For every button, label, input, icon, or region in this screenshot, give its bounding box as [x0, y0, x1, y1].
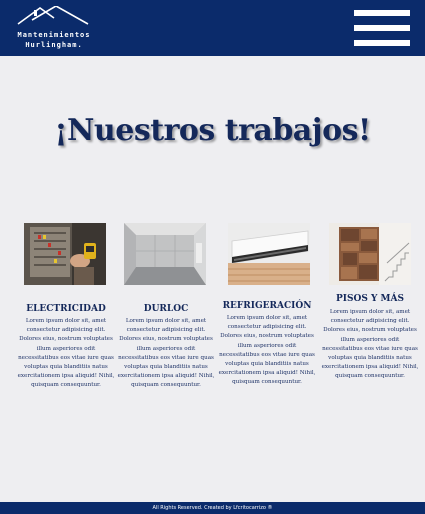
service-title: DURLOC [143, 304, 189, 314]
site-footer: All Rights Reserved. Created by Lfcritoc… [0, 502, 425, 514]
service-title: PISOS Y MÁS [336, 294, 404, 304]
service-description: Lorem ipsum dolor sit, amet consectetur … [321, 309, 419, 380]
menu-bar [354, 25, 410, 31]
refrigeration-photo [228, 223, 310, 285]
menu-bar [354, 10, 410, 16]
site-header: Mantenimientos Hurlingham. [0, 0, 425, 56]
logo-line-1: Mantenimientos [17, 31, 91, 39]
menu-bar [354, 40, 410, 46]
electricity-photo [24, 223, 106, 285]
service-card-floors: PISOS Y MÁS Lorem ipsum dolor sit, amet … [320, 293, 420, 382]
service-card-refrigeration: REFRIGERACIÓN Lorem ipsum dolor sit, ame… [217, 300, 317, 388]
service-title: ELECTRICIDAD [26, 304, 106, 314]
logo-text: Mantenimientos Hurlingham. [12, 30, 96, 50]
service-description: Lorem ipsum dolor sit, amet consectetur … [117, 318, 215, 389]
house-roof-icon [17, 6, 89, 25]
service-description: Lorem ipsum dolor sit, amet consectetur … [17, 318, 115, 389]
service-card-electricity: ELECTRICIDAD Lorem ipsum dolor sit, amet… [16, 303, 116, 391]
page-title: ¡Nuestros trabajos! [54, 113, 371, 148]
hamburger-menu-icon[interactable] [354, 10, 410, 47]
site-logo[interactable]: Mantenimientos Hurlingham. [12, 6, 96, 52]
durloc-photo [124, 223, 206, 285]
service-title: REFRIGERACIÓN [222, 301, 312, 311]
service-description: Lorem ipsum dolor sit, amet consectetur … [218, 315, 316, 386]
logo-line-2: Hurlingham. [25, 41, 83, 49]
service-card-durloc: DURLOC Lorem ipsum dolor sit, amet conse… [116, 303, 216, 391]
floors-photo [329, 223, 411, 285]
